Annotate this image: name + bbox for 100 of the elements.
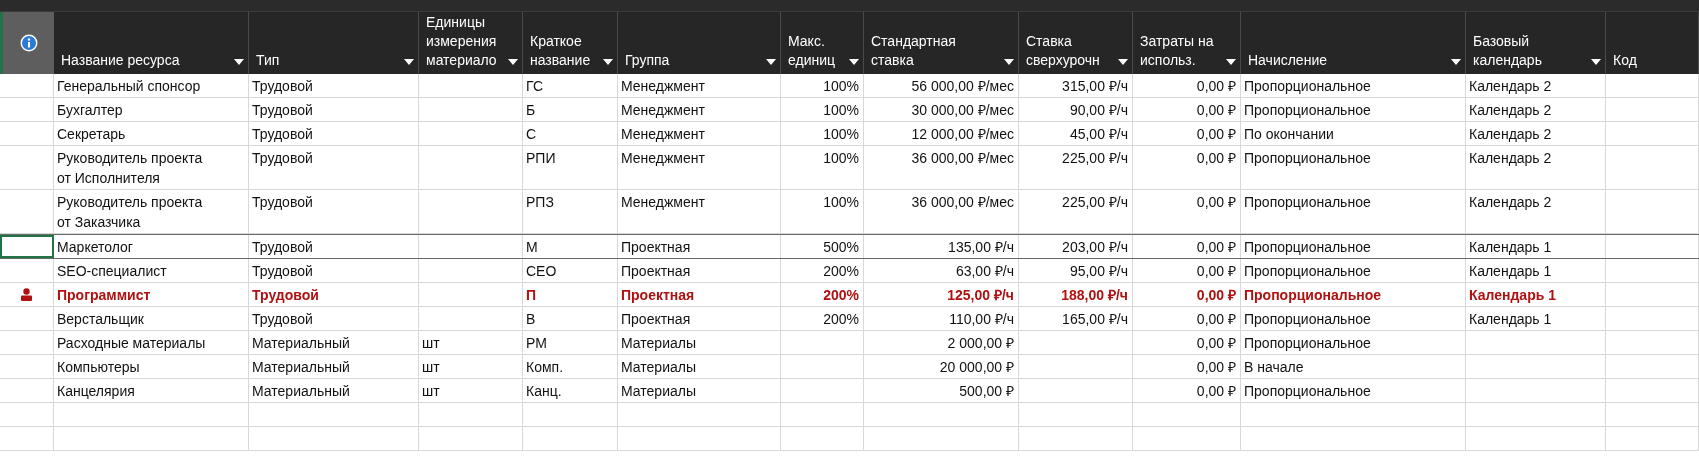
- table-cell: 315,00 ₽/ч: [1062, 78, 1128, 94]
- table-cell: Календарь 1: [1469, 239, 1552, 255]
- table-cell: В: [526, 311, 536, 327]
- table-cell: Программист: [57, 287, 151, 303]
- table-cell: СЕО: [526, 263, 557, 279]
- table-cell: Материальный: [252, 359, 350, 375]
- table-cell: Б: [526, 102, 536, 118]
- column-header[interactable]: Тип: [249, 12, 419, 74]
- table-cell: 0,00 ₽: [1196, 359, 1236, 375]
- table-cell: Календарь 1: [1469, 287, 1556, 303]
- table-cell: Трудовой: [252, 78, 313, 94]
- column-header[interactable]: Начисление: [1241, 12, 1466, 74]
- table-cell: 2 000,00 ₽: [947, 335, 1014, 351]
- table-cell: 165,00 ₽/ч: [1062, 311, 1128, 327]
- table-cell: Комп.: [526, 359, 564, 375]
- resource-row[interactable]: Верстальщик Трудовой В Проектная 200% 110,00 ₽/ч 165,00 ₽/ч 0,00 ₽ Пропорциональное Календарь 1: [0, 307, 1699, 331]
- resource-row[interactable]: Секретарь Трудовой С Менеджмент 100% 12 000,00 ₽/мес 45,00 ₽/ч 0,00 ₽ По окончании Календарь 2: [0, 122, 1699, 146]
- table-cell: Материальный: [252, 383, 350, 399]
- table-cell: Маркетолог: [57, 239, 133, 255]
- table-cell: Менеджмент: [621, 126, 705, 142]
- table-cell: Пропорциональное: [1244, 263, 1371, 279]
- dropdown-caret-icon[interactable]: [766, 59, 776, 65]
- dropdown-caret-icon[interactable]: [1118, 59, 1128, 65]
- column-header[interactable]: Затраты на использ.: [1133, 12, 1241, 74]
- table-cell: Материалы: [621, 383, 696, 399]
- resource-row[interactable]: Программист Трудовой П Проектная 200% 125,00 ₽/ч 188,00 ₽/ч 0,00 ₽ Пропорциональное Календарь 1: [0, 283, 1699, 307]
- table-cell: 90,00 ₽/ч: [1069, 102, 1128, 118]
- table-cell: 36 000,00 ₽/мес: [911, 150, 1014, 166]
- column-header[interactable]: Единицы измерения материало: [419, 12, 523, 74]
- table-cell: 203,00 ₽/ч: [1062, 239, 1128, 255]
- table-cell: Бухгалтер: [57, 102, 123, 118]
- table-cell: Канцелярия: [57, 383, 135, 399]
- table-cell: 100%: [823, 78, 859, 94]
- table-cell: Трудовой: [252, 287, 319, 303]
- resource-row[interactable]: Руководитель проекта от Исполнителя Трудовой РПИ Менеджмент 100% 36 000,00 ₽/мес 225,00 ₽/ч 0,00 ₽ Пропорциональное Календарь 2: [0, 146, 1699, 190]
- table-cell: РПИ: [526, 150, 556, 166]
- table-cell: Пропорциональное: [1244, 383, 1371, 399]
- dropdown-caret-icon[interactable]: [404, 59, 414, 65]
- column-header[interactable]: Название ресурса: [54, 12, 249, 74]
- table-cell: Генеральный спонсор: [57, 78, 201, 94]
- table-cell: Менеджмент: [621, 78, 705, 94]
- resource-row[interactable]: Генеральный спонсор Трудовой ГС Менеджмент 100% 56 000,00 ₽/мес 315,00 ₽/ч 0,00 ₽ Пропорциональное Календарь 2: [0, 74, 1699, 98]
- resource-row[interactable]: Компьютеры Материальный шт Комп. Материалы 20 000,00 ₽ 0,00 ₽ В начале: [0, 355, 1699, 379]
- table-cell: Трудовой: [252, 239, 313, 255]
- table-cell: 135,00 ₽/ч: [948, 239, 1014, 255]
- column-header[interactable]: Код: [1606, 12, 1699, 74]
- table-cell: 125,00 ₽/ч: [947, 287, 1014, 303]
- table-cell: Руководитель проекта от Заказчика: [57, 194, 203, 230]
- dropdown-caret-icon[interactable]: [1591, 59, 1601, 65]
- table-cell: 20 000,00 ₽: [939, 359, 1014, 375]
- table-cell: Материалы: [621, 359, 696, 375]
- column-header[interactable]: Группа: [618, 12, 781, 74]
- table-cell: Менеджмент: [621, 194, 705, 210]
- table-cell: Канц.: [526, 383, 562, 399]
- table-cell: Трудовой: [252, 311, 313, 327]
- table-cell: Пропорциональное: [1244, 311, 1371, 327]
- table-cell: Верстальщик: [57, 311, 144, 327]
- select-all-cell[interactable]: [0, 12, 54, 74]
- table-cell: Материальный: [252, 335, 350, 351]
- resource-row[interactable]: Расходные материалы Материальный шт РМ Материалы 2 000,00 ₽ 0,00 ₽ Пропорциональное: [0, 331, 1699, 355]
- table-cell: 56 000,00 ₽/мес: [911, 78, 1014, 94]
- table-cell: 0,00 ₽: [1196, 335, 1236, 351]
- table-cell: 0,00 ₽: [1196, 150, 1236, 166]
- dropdown-caret-icon[interactable]: [234, 59, 244, 65]
- table-cell: В начале: [1244, 359, 1304, 375]
- table-cell: 30 000,00 ₽/мес: [911, 102, 1014, 118]
- table-cell: Секретарь: [57, 126, 126, 142]
- dropdown-caret-icon[interactable]: [1226, 59, 1236, 65]
- column-header[interactable]: Стандартная ставка: [864, 12, 1019, 74]
- dropdown-caret-icon[interactable]: [1004, 59, 1014, 65]
- table-cell: 200%: [823, 263, 859, 279]
- table-cell: 0,00 ₽: [1196, 263, 1236, 279]
- dropdown-caret-icon[interactable]: [1451, 59, 1461, 65]
- table-cell: 45,00 ₽/ч: [1069, 126, 1128, 142]
- table-cell: Компьютеры: [57, 359, 140, 375]
- column-header[interactable]: Краткое название: [523, 12, 618, 74]
- column-header[interactable]: Ставка сверхурочн: [1019, 12, 1133, 74]
- dropdown-caret-icon[interactable]: [508, 59, 518, 65]
- table-cell: С: [526, 126, 537, 142]
- table-cell: 225,00 ₽/ч: [1062, 194, 1128, 210]
- table-cell: 36 000,00 ₽/мес: [911, 194, 1014, 210]
- resource-row[interactable]: Бухгалтер Трудовой Б Менеджмент 100% 30 000,00 ₽/мес 90,00 ₽/ч 0,00 ₽ Пропорциональное Календарь 2: [0, 98, 1699, 122]
- resource-row[interactable]: Маркетолог Трудовой М Проектная 500% 135,00 ₽/ч 203,00 ₽/ч 0,00 ₽ Пропорциональное Календарь 1: [0, 234, 1699, 259]
- table-cell: Календарь 2: [1469, 126, 1552, 142]
- table-cell: Проектная: [621, 263, 691, 279]
- table-cell: 200%: [823, 311, 859, 327]
- column-header[interactable]: Базовый календарь: [1466, 12, 1606, 74]
- table-cell: 0,00 ₽: [1196, 287, 1236, 303]
- table-cell: Пропорциональное: [1244, 194, 1371, 210]
- table-cell: Трудовой: [252, 126, 313, 142]
- table-cell: Трудовой: [252, 150, 313, 166]
- dropdown-caret-icon[interactable]: [849, 59, 859, 65]
- person-icon: [21, 288, 32, 301]
- resource-row[interactable]: Руководитель проекта от Заказчика Трудовой РПЗ Менеджмент 100% 36 000,00 ₽/мес 225,00 ₽/ч 0,00 ₽ Пропорциональное Календарь 2: [0, 190, 1699, 234]
- resource-row[interactable]: Канцелярия Материальный шт Канц. Материалы 500,00 ₽ 0,00 ₽ Пропорциональное: [0, 379, 1699, 403]
- table-cell: 100%: [823, 194, 859, 210]
- column-header[interactable]: Макс. единиц: [781, 12, 864, 74]
- resource-row[interactable]: SEO-специалист Трудовой СЕО Проектная 200% 63,00 ₽/ч 95,00 ₽/ч 0,00 ₽ Пропорциональное Календарь 1: [0, 259, 1699, 283]
- table-cell: Календарь 2: [1469, 102, 1552, 118]
- dropdown-caret-icon[interactable]: [603, 59, 613, 65]
